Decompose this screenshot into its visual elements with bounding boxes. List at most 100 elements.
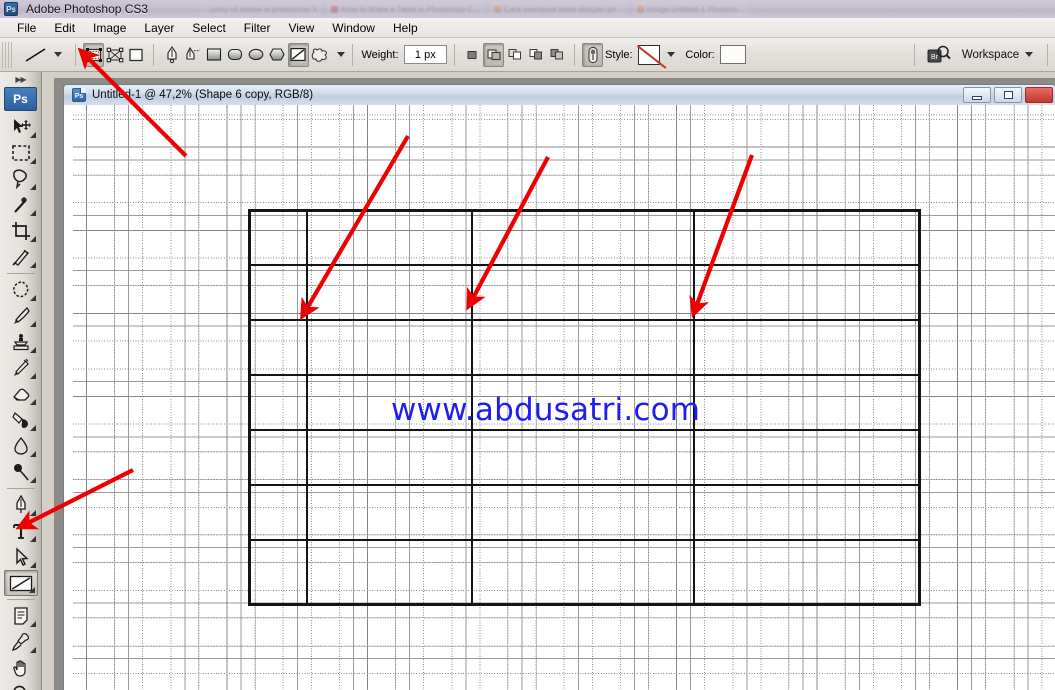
magic-wand-tool[interactable]	[4, 192, 38, 218]
brush-tool[interactable]	[4, 303, 38, 329]
rectangle-tool-button[interactable]	[203, 43, 224, 67]
tool-preset-picker[interactable]	[15, 43, 68, 67]
menu-layer[interactable]: Layer	[135, 19, 183, 37]
menu-edit[interactable]: Edit	[45, 19, 84, 37]
path-selection-tool[interactable]	[4, 544, 38, 570]
layer-style-toggle-button[interactable]	[582, 42, 604, 67]
chevron-down-icon	[54, 52, 63, 57]
tool-submenu-indicator	[29, 210, 36, 216]
table-border-line	[248, 209, 918, 212]
blur-tool[interactable]	[4, 433, 38, 459]
tool-submenu-indicator	[29, 158, 36, 164]
tool-submenu-indicator	[29, 562, 36, 568]
tool-submenu-indicator	[29, 236, 36, 242]
tool-submenu-indicator	[29, 510, 36, 516]
pen-tool-button[interactable]	[161, 43, 182, 67]
tool-submenu-indicator	[29, 373, 36, 379]
line-shape-tool[interactable]	[3, 570, 38, 596]
tool-submenu-indicator	[29, 621, 36, 627]
hand-tool[interactable]	[4, 655, 38, 681]
menu-filter[interactable]: Filter	[235, 19, 280, 37]
fill-pixels-button[interactable]	[125, 43, 146, 67]
canvas-scroll-area[interactable]: www.abdusatri.com	[64, 105, 1055, 690]
toolbox-divider	[6, 599, 35, 600]
geometry-options-chevron-down-icon[interactable]	[336, 52, 345, 57]
intersect-shape-areas-button[interactable]	[504, 43, 525, 67]
table-border-line	[918, 209, 921, 606]
toolbox-divider	[6, 488, 35, 489]
line-tool-preview-icon	[21, 43, 51, 67]
restore-button[interactable]	[994, 87, 1022, 103]
app-title: Adobe Photoshop CS3	[26, 2, 149, 16]
document-window-area: Ps Untitled-1 @ 47,2% (Shape 6 copy, RGB…	[54, 78, 1055, 690]
zoom-tool[interactable]	[4, 681, 38, 690]
tool-submenu-indicator	[29, 262, 36, 268]
table-border-line	[306, 209, 309, 606]
table-border-line	[248, 319, 918, 322]
weight-label: Weight:	[361, 48, 399, 61]
tool-submenu-indicator	[29, 399, 36, 405]
custom-shape-tool-button[interactable]	[309, 43, 331, 67]
minimize-button[interactable]	[963, 87, 991, 103]
color-swatch-picker[interactable]	[719, 45, 746, 64]
menu-help[interactable]: Help	[384, 19, 427, 37]
freeform-pen-tool-button[interactable]	[182, 43, 203, 67]
clone-stamp-tool[interactable]	[4, 329, 38, 355]
toolbox-divider	[6, 273, 35, 274]
double-chevron-right-icon[interactable]: ▶▶	[0, 72, 41, 86]
rectangular-marquee-tool[interactable]	[4, 140, 38, 166]
menu-window[interactable]: Window	[323, 19, 384, 37]
image-canvas[interactable]: www.abdusatri.com	[73, 105, 1055, 690]
menu-image[interactable]: Image	[84, 19, 135, 37]
add-to-shape-area-button[interactable]	[462, 43, 483, 67]
move-tool[interactable]	[4, 114, 38, 140]
divider	[75, 43, 77, 66]
close-button[interactable]	[1025, 87, 1053, 103]
tool-submenu-indicator	[28, 587, 35, 593]
document-title: Untitled-1 @ 47,2% (Shape 6 copy, RGB/8)	[92, 89, 314, 101]
polygon-tool-button[interactable]	[266, 43, 287, 67]
photoshop-window: ...perty of adobe in photoshop X How to …	[0, 0, 1055, 690]
style-swatch-picker[interactable]	[637, 44, 661, 65]
slice-tool[interactable]	[4, 244, 38, 270]
rounded-rectangle-tool-button[interactable]	[224, 43, 245, 67]
document-title-bar[interactable]: Ps Untitled-1 @ 47,2% (Shape 6 copy, RGB…	[64, 85, 1055, 105]
ghost-tab: Cara membuat tabel dengan ph...	[489, 2, 627, 16]
background-browser-tabs: ...perty of adobe in photoshop X How to …	[200, 0, 1055, 18]
eraser-tool[interactable]	[4, 381, 38, 407]
options-bar-grip[interactable]	[2, 41, 13, 68]
horizontal-type-tool[interactable]	[4, 518, 38, 544]
app-logo-icon: Ps	[4, 2, 18, 16]
combine-shape-button[interactable]	[546, 43, 567, 67]
ellipse-tool-button[interactable]	[245, 43, 266, 67]
dodge-tool[interactable]	[4, 459, 38, 485]
spot-healing-brush-tool[interactable]	[4, 277, 38, 303]
history-brush-tool[interactable]	[4, 355, 38, 381]
subtract-from-shape-area-button[interactable]	[482, 42, 505, 67]
table-border-line	[248, 429, 918, 432]
tool-submenu-indicator	[29, 536, 36, 542]
lasso-tool[interactable]	[4, 166, 38, 192]
style-label: Style:	[605, 48, 633, 61]
shape-layers-button[interactable]	[83, 42, 105, 67]
tool-submenu-indicator	[29, 132, 36, 138]
gradient-tool[interactable]	[4, 407, 38, 433]
bridge-icon[interactable]: Br	[926, 44, 952, 66]
paths-button[interactable]	[104, 43, 125, 67]
weight-input[interactable]: 1 px	[403, 45, 448, 64]
workspace-chevron-down-icon[interactable]	[1025, 52, 1034, 57]
menu-select[interactable]: Select	[183, 19, 234, 37]
eyedropper-tool[interactable]	[4, 629, 38, 655]
svg-text:Br: Br	[931, 54, 939, 61]
tool-submenu-indicator	[29, 321, 36, 327]
workspace-label[interactable]: Workspace	[962, 49, 1019, 61]
line-tool-button[interactable]	[287, 42, 309, 67]
menu-file[interactable]: File	[8, 19, 45, 37]
divider	[153, 43, 155, 66]
style-chevron-down-icon[interactable]	[667, 52, 676, 57]
pen-tool[interactable]	[4, 492, 38, 518]
exclude-overlapping-button[interactable]	[525, 43, 546, 67]
notes-tool[interactable]	[4, 603, 38, 629]
menu-view[interactable]: View	[279, 19, 323, 37]
crop-tool[interactable]	[4, 218, 38, 244]
